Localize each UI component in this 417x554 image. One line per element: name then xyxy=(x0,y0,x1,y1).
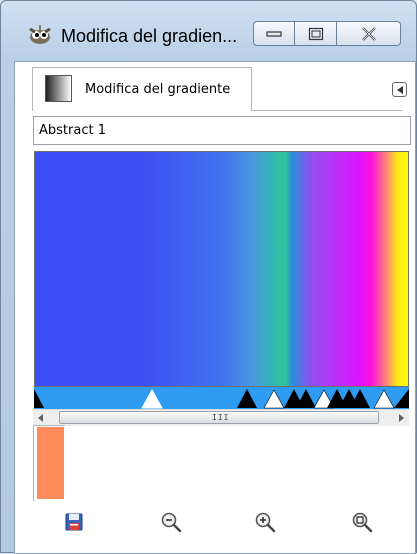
gimp-wilber-icon xyxy=(29,25,51,44)
save-icon[interactable] xyxy=(63,511,85,533)
maximize-icon xyxy=(308,27,323,40)
current-color-swatch[interactable] xyxy=(37,427,64,499)
tab-label: Modifica del gradiente xyxy=(85,82,231,97)
horizontal-scrollbar[interactable]: III xyxy=(33,409,409,426)
maximize-button[interactable] xyxy=(295,21,337,46)
segment-midpoint-handle[interactable] xyxy=(263,389,285,409)
bottom-toolbar xyxy=(15,502,415,542)
scrollbar-thumb[interactable]: III xyxy=(59,411,379,424)
gradient-editor-window: Modifica del gradien... Modifica del gra… xyxy=(0,0,417,554)
minimize-button[interactable] xyxy=(253,21,295,46)
minimize-icon xyxy=(266,30,282,37)
gradient-name-field[interactable] xyxy=(33,116,411,145)
segment-stop-handle[interactable] xyxy=(237,389,257,408)
segment-stop-handle[interactable] xyxy=(34,389,44,408)
window-title: Modifica del gradien... xyxy=(61,26,238,46)
gradient-preview[interactable] xyxy=(34,151,409,387)
tab-menu-arrow-icon xyxy=(396,85,403,94)
zoom-out-icon[interactable] xyxy=(160,511,182,533)
zoom-fit-icon[interactable] xyxy=(351,511,373,533)
close-icon xyxy=(361,26,376,41)
segment-midpoint-handle[interactable] xyxy=(373,389,395,409)
title-bar[interactable]: Modifica del gradien... xyxy=(1,1,416,51)
tab-menu-button[interactable] xyxy=(392,82,407,97)
segment-stop-handle[interactable] xyxy=(394,389,409,408)
segment-midpoint-handle[interactable] xyxy=(141,388,163,409)
tab-gradient-editor[interactable]: Modifica del gradiente xyxy=(32,67,252,111)
gradient-icon xyxy=(45,75,72,102)
gradient-handles-bar[interactable] xyxy=(34,387,409,409)
scrollbar-grip: III xyxy=(212,413,230,422)
handle-markers xyxy=(34,388,409,409)
scroll-right-icon[interactable] xyxy=(399,414,404,422)
caption-buttons xyxy=(253,21,408,47)
close-button[interactable] xyxy=(337,21,401,46)
zoom-in-icon[interactable] xyxy=(254,511,276,533)
dock-client-area: Modifica del gradiente Abstract 1 III xyxy=(14,61,416,554)
tab-underline xyxy=(252,110,402,111)
scroll-left-icon[interactable] xyxy=(38,414,43,422)
